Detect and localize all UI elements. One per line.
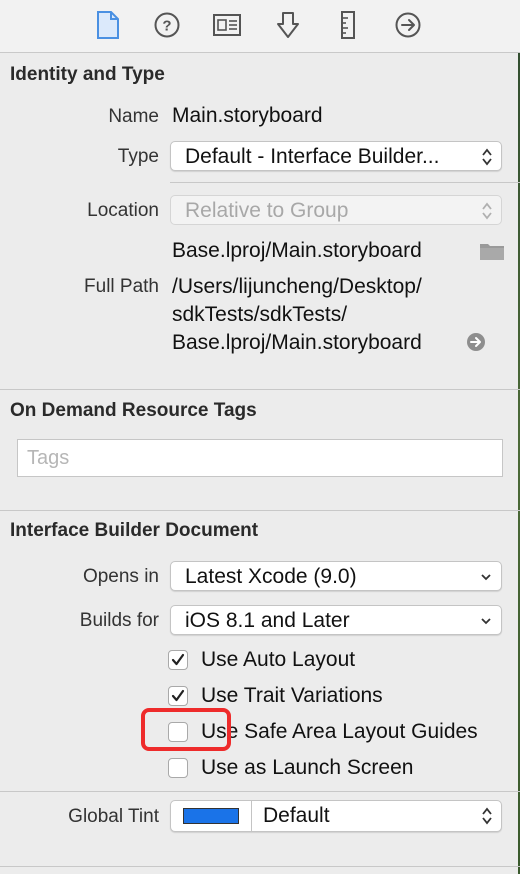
up-down-chevron-icon — [482, 807, 492, 825]
trait-variations-label: Use Trait Variations — [201, 684, 383, 707]
inspector-toolbar: ? — [0, 0, 520, 53]
builds-for-label: Builds for — [79, 610, 159, 631]
svg-text:?: ? — [162, 18, 171, 35]
trait-variations-checkbox[interactable] — [168, 686, 188, 706]
launch-screen-checkbox[interactable] — [168, 758, 188, 778]
connections-inspector-icon[interactable] — [393, 10, 423, 40]
builds-for-value: iOS 8.1 and Later — [185, 609, 350, 632]
chevron-down-icon — [481, 618, 491, 625]
tint-color-swatch — [183, 808, 239, 824]
checkmark-icon — [171, 653, 185, 666]
folder-icon[interactable] — [479, 241, 505, 261]
global-tint-popup[interactable]: Default — [170, 800, 502, 832]
section-divider — [0, 791, 520, 792]
full-path-line-1: /Users/lijuncheng/Desktop/ — [172, 275, 422, 298]
opens-in-value: Latest Xcode (9.0) — [185, 565, 357, 588]
full-path-label: Full Path — [84, 276, 159, 297]
red-highlight-annotation — [141, 708, 231, 751]
type-label: Type — [117, 146, 159, 167]
type-popup-value: Default - Interface Builder... — [185, 145, 440, 168]
name-value[interactable]: Main.storyboard — [172, 104, 323, 128]
location-path: Base.lproj/Main.storyboard — [172, 239, 422, 262]
builds-for-popup[interactable]: iOS 8.1 and Later — [170, 605, 502, 635]
identity-section-title: Identity and Type — [10, 64, 165, 85]
up-down-chevron-icon — [482, 202, 492, 220]
attributes-inspector-icon[interactable] — [273, 10, 303, 40]
file-inspector-icon[interactable] — [93, 10, 123, 40]
identity-inspector-icon[interactable] — [212, 10, 242, 40]
launch-screen-checkbox-row[interactable]: Use as Launch Screen — [168, 753, 413, 783]
tags-input[interactable] — [25, 446, 489, 471]
auto-layout-checkbox-row[interactable]: Use Auto Layout — [168, 645, 355, 675]
quick-help-icon[interactable]: ? — [152, 10, 182, 40]
ib-document-section-title: Interface Builder Document — [10, 520, 259, 541]
opens-in-popup[interactable]: Latest Xcode (9.0) — [170, 561, 502, 591]
launch-screen-label: Use as Launch Screen — [201, 756, 414, 779]
name-label: Name — [108, 106, 159, 127]
auto-layout-label: Use Auto Layout — [201, 648, 356, 671]
section-divider — [0, 866, 520, 867]
size-inspector-icon[interactable] — [333, 10, 363, 40]
global-tint-value: Default — [263, 804, 330, 827]
reveal-arrow-icon[interactable] — [466, 332, 486, 352]
full-path-line-3: Base.lproj/Main.storyboard — [172, 331, 422, 354]
trait-variations-checkbox-row[interactable]: Use Trait Variations — [168, 681, 383, 711]
tint-swatch-well[interactable] — [171, 801, 252, 831]
location-label: Location — [87, 200, 159, 221]
tags-section-title: On Demand Resource Tags — [10, 400, 257, 421]
checkmark-icon — [171, 689, 185, 702]
location-popup[interactable]: Relative to Group — [170, 195, 502, 225]
auto-layout-checkbox[interactable] — [168, 650, 188, 670]
type-popup[interactable]: Default - Interface Builder... — [170, 141, 502, 171]
tags-field[interactable] — [17, 439, 503, 477]
safe-area-label: Use Safe Area Layout Guides — [201, 720, 478, 743]
location-popup-value: Relative to Group — [185, 199, 349, 222]
divider — [170, 182, 520, 183]
full-path-line-2: sdkTests/sdkTests/ — [172, 303, 348, 326]
chevron-down-icon — [481, 574, 491, 581]
global-tint-label: Global Tint — [68, 806, 159, 827]
opens-in-label: Opens in — [82, 566, 159, 587]
up-down-chevron-icon — [482, 148, 492, 166]
section-divider — [0, 389, 520, 390]
section-divider — [0, 510, 520, 511]
